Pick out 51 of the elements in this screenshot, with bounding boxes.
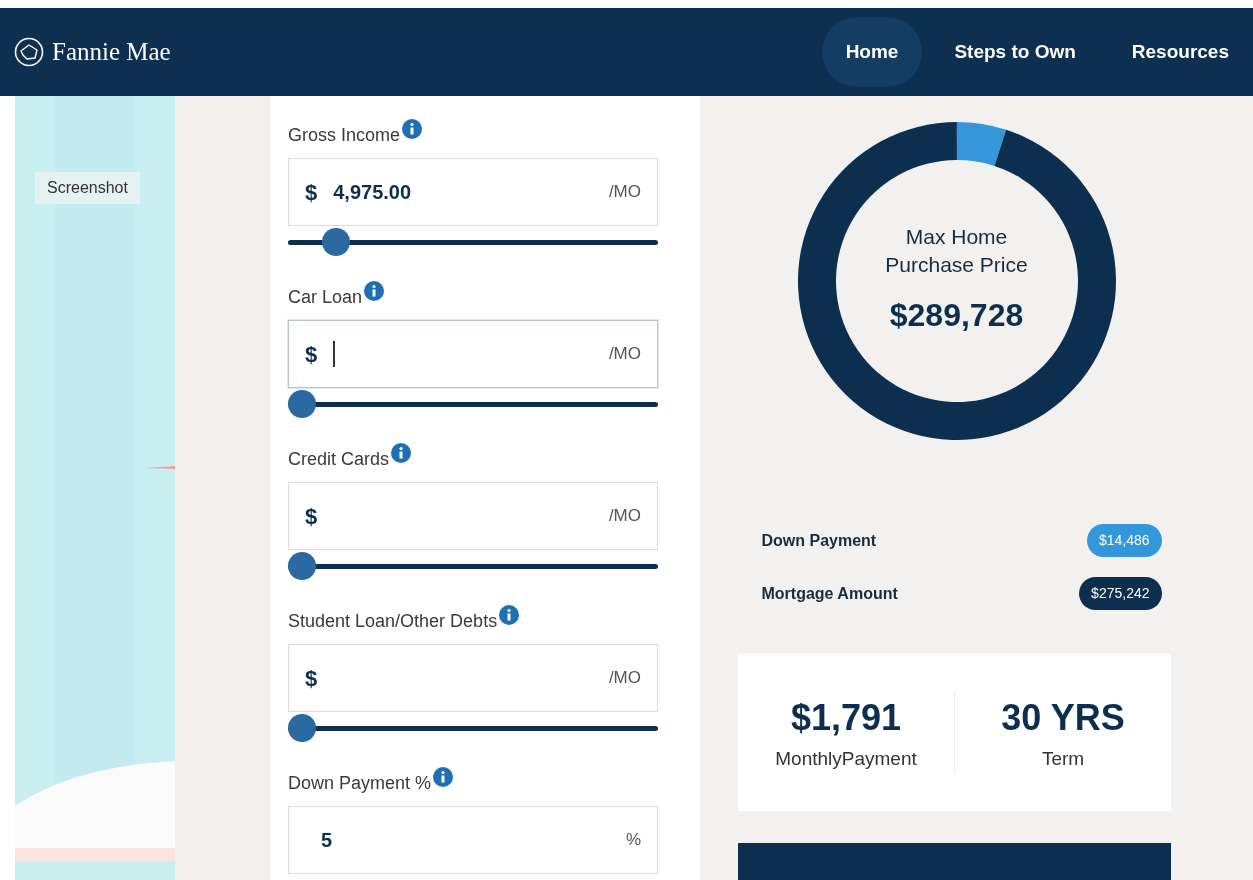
input-field[interactable]: 5 % [288, 806, 658, 874]
slider-thumb[interactable] [288, 552, 316, 580]
unit-suffix: /MO [608, 343, 641, 366]
currency-symbol: $ [305, 664, 318, 693]
info-icon[interactable] [499, 605, 520, 625]
brand-logo[interactable]: Fannie Mae [52, 33, 171, 71]
field-label: Down Payment % [288, 771, 432, 795]
stat-label: MonthlyPayment [775, 747, 917, 772]
stat-label: Term [1041, 747, 1085, 772]
amount-pill: $14,486 [1086, 524, 1162, 558]
slider-thumb[interactable] [288, 390, 316, 418]
currency-symbol: $ [305, 502, 318, 531]
slider-track[interactable] [288, 228, 658, 256]
stat-value: $1,791 [790, 696, 902, 741]
amount-pill: $275,242 [1079, 577, 1162, 611]
info-icon[interactable] [402, 119, 423, 139]
info-icon[interactable] [391, 443, 412, 463]
input-field[interactable]: $ /MO [288, 320, 658, 388]
nav-link[interactable]: Resources [1107, 17, 1253, 87]
nav-link[interactable]: Home [821, 17, 923, 87]
legend-label: Down Payment [761, 530, 877, 551]
text-cursor [333, 341, 336, 367]
unit-suffix: /MO [608, 667, 641, 690]
slider-track[interactable] [288, 552, 658, 580]
stat-value: 30 YRS [1001, 696, 1125, 741]
field-label: Gross Income [288, 123, 401, 147]
field-value: 4,975.00 [333, 180, 412, 205]
house-logo-icon [14, 37, 44, 67]
slider-track[interactable] [288, 714, 658, 742]
input-field[interactable]: $ 4,975.00 /MO [288, 158, 658, 226]
input-field[interactable]: $ /MO [288, 482, 658, 550]
legend-label: Mortgage Amount [761, 583, 898, 604]
nav-link[interactable]: Steps to Own [930, 17, 1100, 87]
unit-suffix: /MO [608, 505, 641, 528]
field-value: 5 [321, 828, 333, 853]
slider-thumb[interactable] [322, 228, 351, 256]
screenshot-label: Screenshot [35, 172, 140, 204]
max-price: $289,728 [889, 296, 1024, 335]
unit-suffix: /MO [608, 181, 641, 204]
info-icon[interactable] [433, 767, 454, 787]
input-field[interactable]: $ /MO [288, 644, 658, 712]
slider-thumb[interactable] [288, 714, 316, 742]
currency-symbol: $ [305, 340, 318, 369]
info-icon[interactable] [364, 281, 385, 301]
donut-caption: Max Home Purchase Price [884, 224, 1029, 278]
field-label: Student Loan/Other Debts [288, 609, 498, 633]
unit-suffix: % [625, 829, 641, 852]
currency-symbol: $ [305, 178, 318, 207]
field-label: Credit Cards [288, 447, 390, 471]
field-label: Car Loan [288, 285, 363, 309]
slider-track[interactable] [288, 390, 658, 418]
